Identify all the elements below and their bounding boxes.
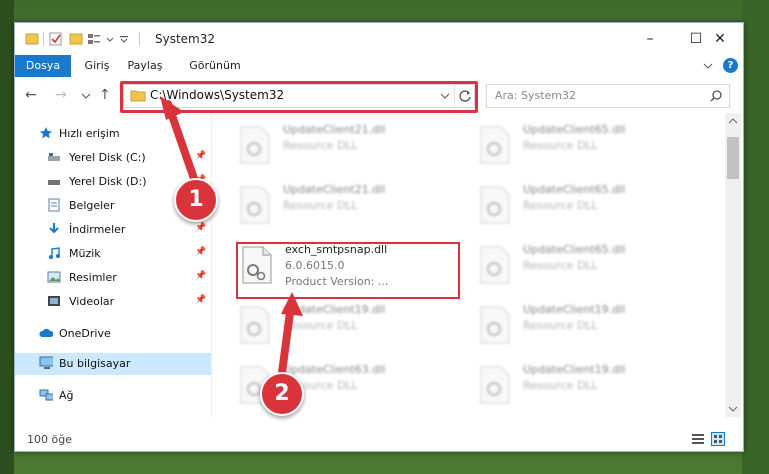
annotation-arrows — [160, 96, 303, 384]
callout-badge-1: 1 — [174, 178, 218, 222]
callout-badge-2: 2 — [260, 372, 304, 416]
